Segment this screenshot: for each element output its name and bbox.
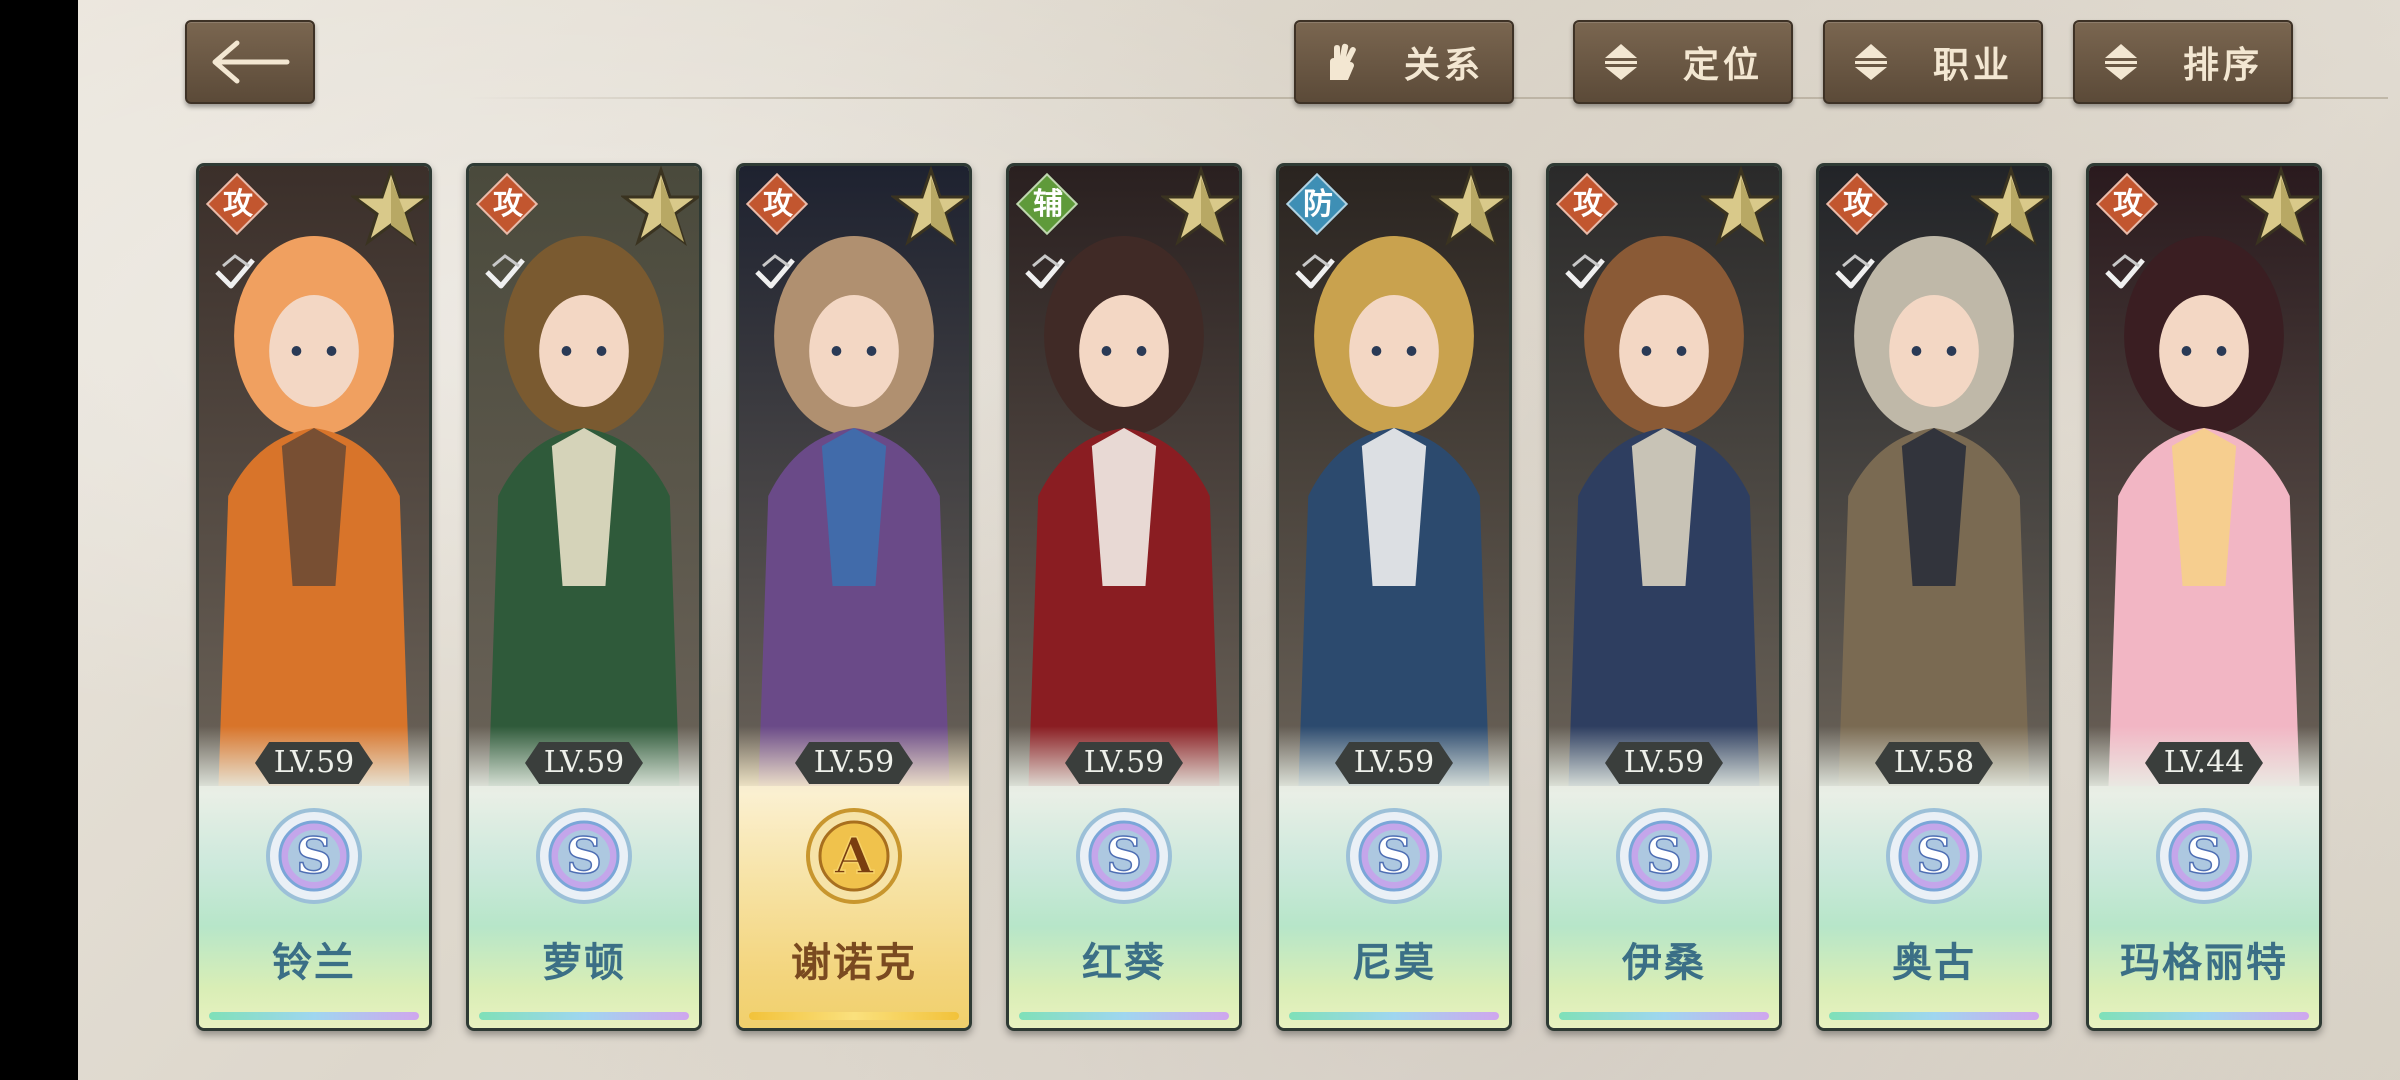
rank-medal-icon: S	[2156, 808, 2252, 904]
star-icon	[1971, 166, 2049, 246]
sort-arrows-icon	[1599, 40, 1643, 84]
character-name: 伊桑	[1622, 939, 1706, 986]
back-button[interactable]	[185, 20, 315, 104]
character-card[interactable]: 辅 LV.59 S 红葵	[1006, 163, 1242, 1031]
star-icon	[621, 166, 699, 246]
check-mark-icon	[485, 254, 525, 289]
character-card[interactable]: 攻 LV.59 S 伊桑	[1546, 163, 1782, 1031]
star-icon	[351, 166, 429, 246]
card-progress-bar	[2099, 1012, 2309, 1020]
level-tag: LV.59	[1605, 742, 1723, 784]
rank-medal-icon: S	[536, 808, 632, 904]
level-tag: LV.59	[795, 742, 913, 784]
sort-arrows-icon	[2099, 40, 2143, 84]
card-progress-bar	[1559, 1012, 1769, 1020]
level-tag: LV.44	[2145, 742, 2263, 784]
check-mark-icon	[1835, 254, 1875, 289]
class-filter-button[interactable]: 职业	[1823, 20, 2043, 104]
role-badge: 攻	[745, 172, 809, 236]
character-name: 谢诺克	[791, 939, 917, 986]
role-badge-label: 攻	[223, 187, 253, 222]
role-badge-label: 攻	[1843, 187, 1873, 222]
star-icon	[1701, 166, 1779, 246]
role-badge: 防	[1285, 172, 1349, 236]
rank-medal-icon: A	[806, 808, 902, 904]
rank-letter: S	[1106, 826, 1142, 885]
role-badge: 攻	[1825, 172, 1889, 236]
rank-medal-icon: S	[1616, 808, 1712, 904]
star-icon	[1161, 166, 1239, 246]
card-progress-bar	[749, 1012, 959, 1020]
sort-button[interactable]: 排序	[2073, 20, 2293, 104]
sort-arrows-icon	[1849, 40, 1893, 84]
card-progress-bar	[479, 1012, 689, 1020]
character-name: 萝顿	[542, 939, 626, 986]
character-name: 奥古	[1892, 939, 1976, 986]
role-badge: 攻	[205, 172, 269, 236]
position-filter-label: 定位	[1682, 44, 1763, 86]
star-icon	[891, 166, 969, 246]
character-name: 玛格丽特	[2120, 939, 2288, 986]
role-badge-label: 防	[1303, 187, 1333, 222]
rank-letter: S	[296, 826, 332, 885]
level-tag: LV.58	[1875, 742, 1993, 784]
rank-letter: S	[1376, 826, 1412, 885]
check-mark-icon	[1025, 254, 1065, 289]
star-icon	[2241, 166, 2319, 246]
role-badge-label: 攻	[2113, 187, 2143, 222]
character-card[interactable]: 攻 LV.58 S 奥古	[1816, 163, 2052, 1031]
relation-filter-button[interactable]: 关系	[1294, 20, 1514, 104]
character-card[interactable]: 攻 LV.59 S 铃兰	[196, 163, 432, 1031]
card-progress-bar	[1019, 1012, 1229, 1020]
character-card[interactable]: 攻 LV.59 S 萝顿	[466, 163, 702, 1031]
character-roster-screen: 关系 定位 职业 排序 攻 LV.59 S 铃兰 攻 LV.59 S 萝顿 攻 LV.59 A 谢诺克…	[78, 0, 2400, 1080]
arrow-left-icon	[212, 40, 290, 84]
rank-medal-icon: S	[1346, 808, 1442, 904]
relation-filter-label: 关系	[1403, 44, 1484, 86]
role-badge-label: 攻	[493, 187, 523, 222]
role-badge-label: 攻	[1573, 187, 1603, 222]
check-mark-icon	[215, 254, 255, 289]
character-card[interactable]: 攻 LV.59 A 谢诺克	[736, 163, 972, 1031]
rank-letter: S	[1646, 826, 1682, 885]
rank-medal-icon: S	[1886, 808, 1982, 904]
rank-letter: S	[1916, 826, 1952, 885]
level-tag: LV.59	[255, 742, 373, 784]
card-progress-bar	[1289, 1012, 1499, 1020]
check-mark-icon	[755, 254, 795, 289]
card-progress-bar	[1829, 1012, 2039, 1020]
check-mark-icon	[2105, 254, 2145, 289]
rank-letter: S	[2186, 826, 2222, 885]
character-card[interactable]: 防 LV.59 S 尼莫	[1276, 163, 1512, 1031]
rank-letter: A	[834, 826, 875, 885]
role-badge: 攻	[475, 172, 539, 236]
role-badge: 攻	[2095, 172, 2159, 236]
character-name: 红葵	[1082, 939, 1166, 986]
level-tag: LV.59	[1065, 742, 1183, 784]
role-badge: 攻	[1555, 172, 1619, 236]
role-badge-label: 辅	[1033, 187, 1063, 222]
role-badge: 辅	[1015, 172, 1079, 236]
role-badge-label: 攻	[763, 187, 793, 222]
character-card[interactable]: 攻 LV.44 S 玛格丽特	[2086, 163, 2322, 1031]
rank-medal-icon: S	[1076, 808, 1172, 904]
level-tag: LV.59	[1335, 742, 1453, 784]
position-filter-button[interactable]: 定位	[1573, 20, 1793, 104]
sort-label: 排序	[2182, 44, 2263, 86]
class-filter-label: 职业	[1932, 44, 2013, 86]
rank-medal-icon: S	[266, 808, 362, 904]
check-mark-icon	[1565, 254, 1605, 289]
level-tag: LV.59	[525, 742, 643, 784]
gloved-hand-icon	[1320, 40, 1364, 84]
check-mark-icon	[1295, 254, 1335, 289]
star-icon	[1431, 166, 1509, 246]
character-name: 尼莫	[1352, 939, 1436, 986]
rank-letter: S	[566, 826, 602, 885]
card-progress-bar	[209, 1012, 419, 1020]
character-name: 铃兰	[272, 939, 356, 986]
